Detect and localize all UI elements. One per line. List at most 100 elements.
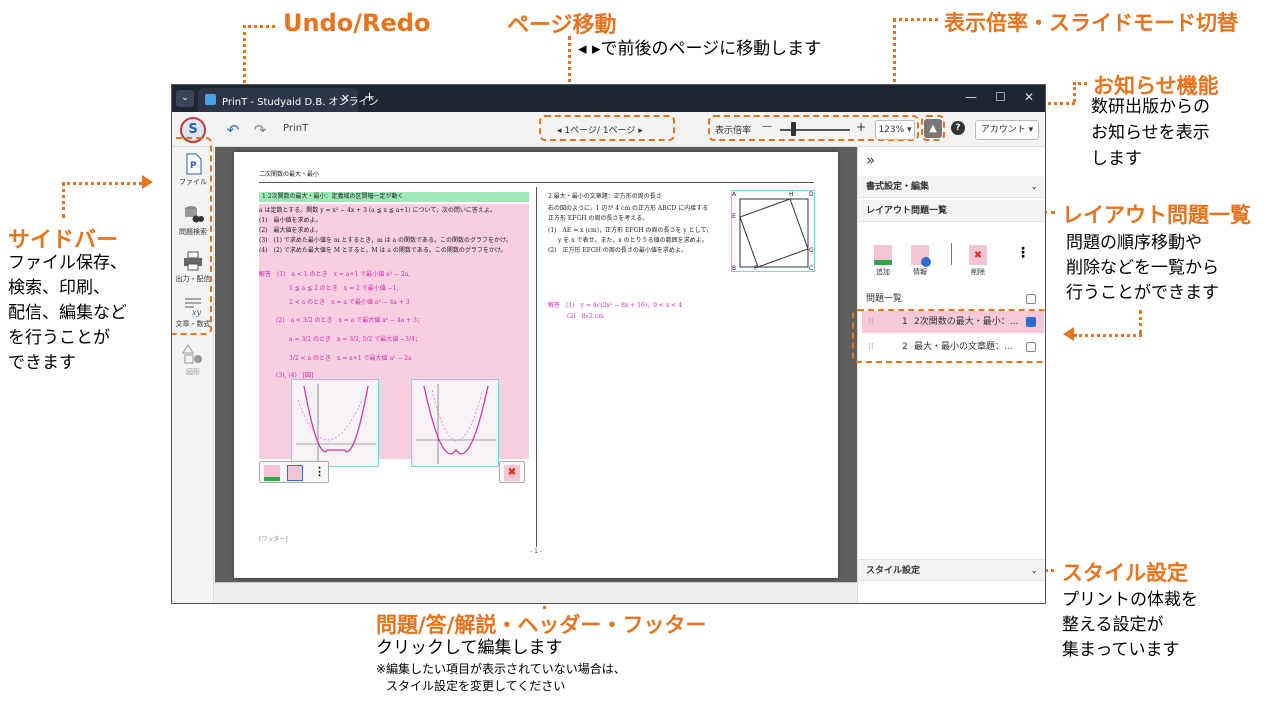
problem-number: 2	[902, 342, 908, 352]
shape-icon	[182, 344, 202, 364]
zoom-select[interactable]: 123% ▾	[875, 120, 915, 140]
format-section-title: 書式設定・編集	[866, 182, 930, 192]
graph-M[interactable]	[411, 379, 499, 467]
add-icon	[874, 245, 892, 265]
notice-desc-2: お知らせを表示	[1091, 123, 1210, 143]
drag-handle-icon[interactable]: ⁞⁞	[862, 317, 874, 327]
help-icon[interactable]: ?	[951, 121, 965, 135]
problem-number: 1	[902, 317, 908, 327]
zoom-out-button[interactable]: —	[762, 121, 772, 132]
select-all-checkbox[interactable]	[1026, 294, 1036, 304]
undo-button[interactable]: ↶	[222, 119, 244, 141]
collapse-panel-button[interactable]: »	[866, 151, 875, 169]
answer-line: 3/2 < a のとき x = a+1 で最大値 a² − 2a	[289, 355, 412, 362]
layout-list-title: レイアウト問題一覧	[1062, 203, 1251, 227]
answer-line: 2 < a のとき x = a で最小値 a² − 4a + 3	[289, 299, 410, 306]
delete-icon: ✖	[969, 245, 987, 265]
label-d: D	[809, 191, 814, 198]
add-icon[interactable]	[264, 465, 280, 481]
style-desc-3: 集まっています	[1062, 640, 1180, 660]
column-divider	[536, 187, 537, 547]
account-menu[interactable]: アカウント ▾	[975, 120, 1039, 140]
page-number: - 1 -	[530, 548, 542, 555]
layout-list-desc-1: 問題の順序移動や	[1066, 233, 1202, 253]
page-header[interactable]: 二次関数の最大・最小	[259, 169, 319, 178]
tab-close-button[interactable]: ✕	[341, 92, 350, 105]
delete-icon[interactable]: ✖	[504, 465, 520, 481]
page-canvas[interactable]: 二次関数の最大・最小 1 2次関数の最大・最小：定義域の区間幅一定が動く a は…	[215, 147, 857, 603]
browser-tab[interactable]: PrinT - Studyaid D.B. オンライン ✕	[198, 88, 379, 112]
svg-text:xy: xy	[192, 308, 202, 317]
more-options-icon[interactable]: ⋮	[1016, 245, 1030, 261]
delete-problem-bar: ✖	[499, 461, 525, 483]
problem-2-line: (1) AE = x (cm)，正方形 EFGH の周の長さを y として，	[548, 227, 713, 234]
edit-desc: クリックして編集します	[376, 638, 563, 658]
file-icon: P	[186, 153, 202, 175]
zoom-title: 表示倍率・スライドモード切替	[944, 11, 1238, 35]
maximize-button[interactable]: ☐	[995, 90, 1006, 104]
close-window-button[interactable]: ✕	[1024, 90, 1034, 104]
app-logo-icon	[205, 94, 216, 105]
sidebar-item-formula[interactable]: xy 文章・数式	[172, 295, 214, 329]
label-c: C	[809, 265, 814, 272]
edit-note-2: スタイル設定を変更してください	[386, 679, 566, 693]
tool-divider	[951, 243, 952, 265]
square-figure[interactable]: A D H E G B F C	[731, 190, 815, 272]
problem-2-line: 右の図のように，1 辺が 4 cm の正方形 ABCD に内接する	[548, 205, 709, 212]
info-icon	[911, 245, 931, 267]
edit-icon[interactable]	[287, 465, 303, 481]
style-section-title: スタイル設定	[866, 566, 921, 576]
problem-2-heading[interactable]: 2 最大・最小の文章題：正方形の周の長さ	[548, 191, 662, 200]
problem-list-item-1[interactable]: ⁞⁞ 1 2次関数の最大・最小：...	[862, 311, 1044, 333]
sidebar-item-shape[interactable]: 図形	[172, 343, 214, 377]
sidebar-desc-1: ファイル保存、	[8, 253, 127, 273]
sidebar-desc-4: を行うことが	[8, 328, 110, 348]
redo-button[interactable]: ↷	[249, 119, 271, 141]
chevron-down-icon: ⌄	[1030, 182, 1038, 192]
problem-1-heading[interactable]: 1 2次関数の最大・最小：定義域の区間幅一定が動く	[259, 192, 529, 202]
style-section-header[interactable]: スタイル設定 ⌄	[858, 559, 1045, 581]
add-problem-button[interactable]: 追加	[868, 245, 898, 277]
undo-redo-leader	[243, 25, 275, 28]
graph-m[interactable]	[291, 379, 379, 467]
zoom-in-button[interactable]: +	[856, 120, 866, 134]
sidebar-item-output[interactable]: 出力・配信	[172, 250, 214, 284]
window-menu-button[interactable]: ⌄	[176, 90, 194, 107]
sidebar-desc-2: 検索、印刷、	[8, 278, 110, 298]
tool-label: 追加	[876, 268, 890, 276]
print-page[interactable]: 二次関数の最大・最小 1 2次関数の最大・最小：定義域の区間幅一定が動く a は…	[234, 152, 838, 578]
answer-line: 解答 (1) y = 4√(2x² − 8x + 16)，0 < x < 4	[548, 302, 682, 309]
new-tab-button[interactable]: +	[364, 90, 375, 105]
drag-handle-icon[interactable]: ⁞⁞	[862, 342, 874, 352]
minimize-button[interactable]: —	[965, 90, 977, 104]
bell-icon[interactable]: ▲	[924, 119, 942, 138]
more-icon[interactable]: ⋮	[314, 465, 325, 478]
sidebar-item-label: ファイル	[179, 178, 207, 186]
page-nav-title: ページ移動	[507, 13, 617, 38]
problem-1-line: a は定数とする。関数 y = x² − 4x + 3 (a ≦ x ≦ a+1…	[259, 207, 496, 214]
info-problem-button[interactable]: 情報	[905, 245, 935, 277]
problem-list-title: 問題一覧	[866, 294, 903, 304]
sidebar-item-file[interactable]: P ファイル	[172, 153, 214, 187]
page-footer[interactable]: [フッター]	[259, 534, 288, 543]
answer-line: (3), (4) [図]	[276, 372, 314, 379]
sidebar-item-label: 出力・配信	[175, 275, 211, 283]
problem-checkbox[interactable]	[1026, 342, 1036, 352]
layout-section-header[interactable]: レイアウト問題一覧	[858, 200, 1045, 222]
problem-checkbox[interactable]	[1026, 317, 1036, 327]
sidebar-item-label: 図形	[186, 368, 200, 376]
label-f: F	[754, 265, 758, 272]
answer-line: 1 ≦ a ≦ 2 のとき x = 2 で最小値 −1,	[289, 285, 399, 292]
title-bar: ⌄ PrinT - Studyaid D.B. オンライン ✕ + — ☐ ✕	[172, 85, 1045, 112]
delete-problem-button[interactable]: ✖ 削除	[963, 245, 993, 277]
problem-2-line: 正方形 EFGH の周の長さを考える。	[548, 215, 649, 222]
format-section-header[interactable]: 書式設定・編集 ⌄	[858, 176, 1045, 198]
zoom-slider-handle[interactable]	[791, 122, 796, 136]
style-title: スタイル設定	[1062, 561, 1188, 585]
zoom-leader-h	[893, 18, 938, 21]
problem-list-item-2[interactable]: ⁞⁞ 2 最大・最小の文章題：...	[862, 336, 1044, 358]
answer-line: (2) 8√2 cm	[567, 313, 604, 320]
sidebar-item-search[interactable]: 問題検索	[172, 203, 214, 237]
tool-label: 削除	[971, 268, 985, 276]
page-nav-control[interactable]: ◂ 1ページ/ 1ページ ▸	[557, 123, 643, 136]
